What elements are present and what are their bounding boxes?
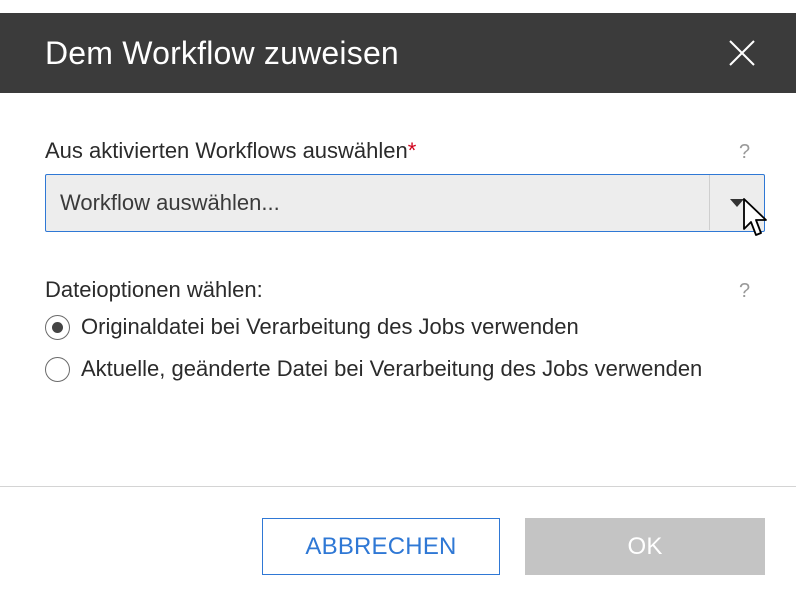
radio-option-current-label: Aktuelle, geänderte Datei bei Verarbeitu… (81, 356, 703, 381)
radio-option-current[interactable]: Aktuelle, geänderte Datei bei Verarbeitu… (45, 354, 702, 384)
file-options-help-icon[interactable]: ? (739, 279, 750, 303)
workflow-select-label: Aus aktivierten Workflows auswählen* (45, 137, 416, 165)
workflow-select[interactable]: Workflow auswählen... (45, 174, 765, 232)
radio-button-selected[interactable] (45, 314, 70, 340)
ok-button[interactable]: OK (525, 518, 765, 575)
assign-workflow-dialog: Dem Workflow zuweisen Aus aktivierten Wo… (0, 0, 796, 602)
cancel-button[interactable]: ABBRECHEN (262, 518, 500, 575)
mouse-pointer-icon (743, 198, 767, 236)
radio-selected-dot (52, 321, 63, 333)
radio-button-unselected[interactable] (45, 356, 70, 382)
workflow-help-icon[interactable]: ? (739, 140, 750, 164)
workflow-select-label-text: Aus aktivierten Workflows auswählen (45, 138, 408, 163)
close-button[interactable] (720, 33, 764, 73)
required-marker: * (407, 138, 417, 163)
radio-option-original[interactable]: Originaldatei bei Verarbeitung des Jobs … (45, 312, 579, 342)
workflow-select-value: Workflow auswählen... (60, 190, 280, 215)
footer-divider (0, 486, 796, 487)
dialog-title: Dem Workflow zuweisen (45, 35, 399, 71)
dialog-titlebar: Dem Workflow zuweisen (0, 13, 796, 93)
radio-option-original-label: Originaldatei bei Verarbeitung des Jobs … (81, 314, 579, 339)
close-icon (729, 40, 755, 66)
file-options-label: Dateioptionen wählen: (45, 277, 263, 302)
